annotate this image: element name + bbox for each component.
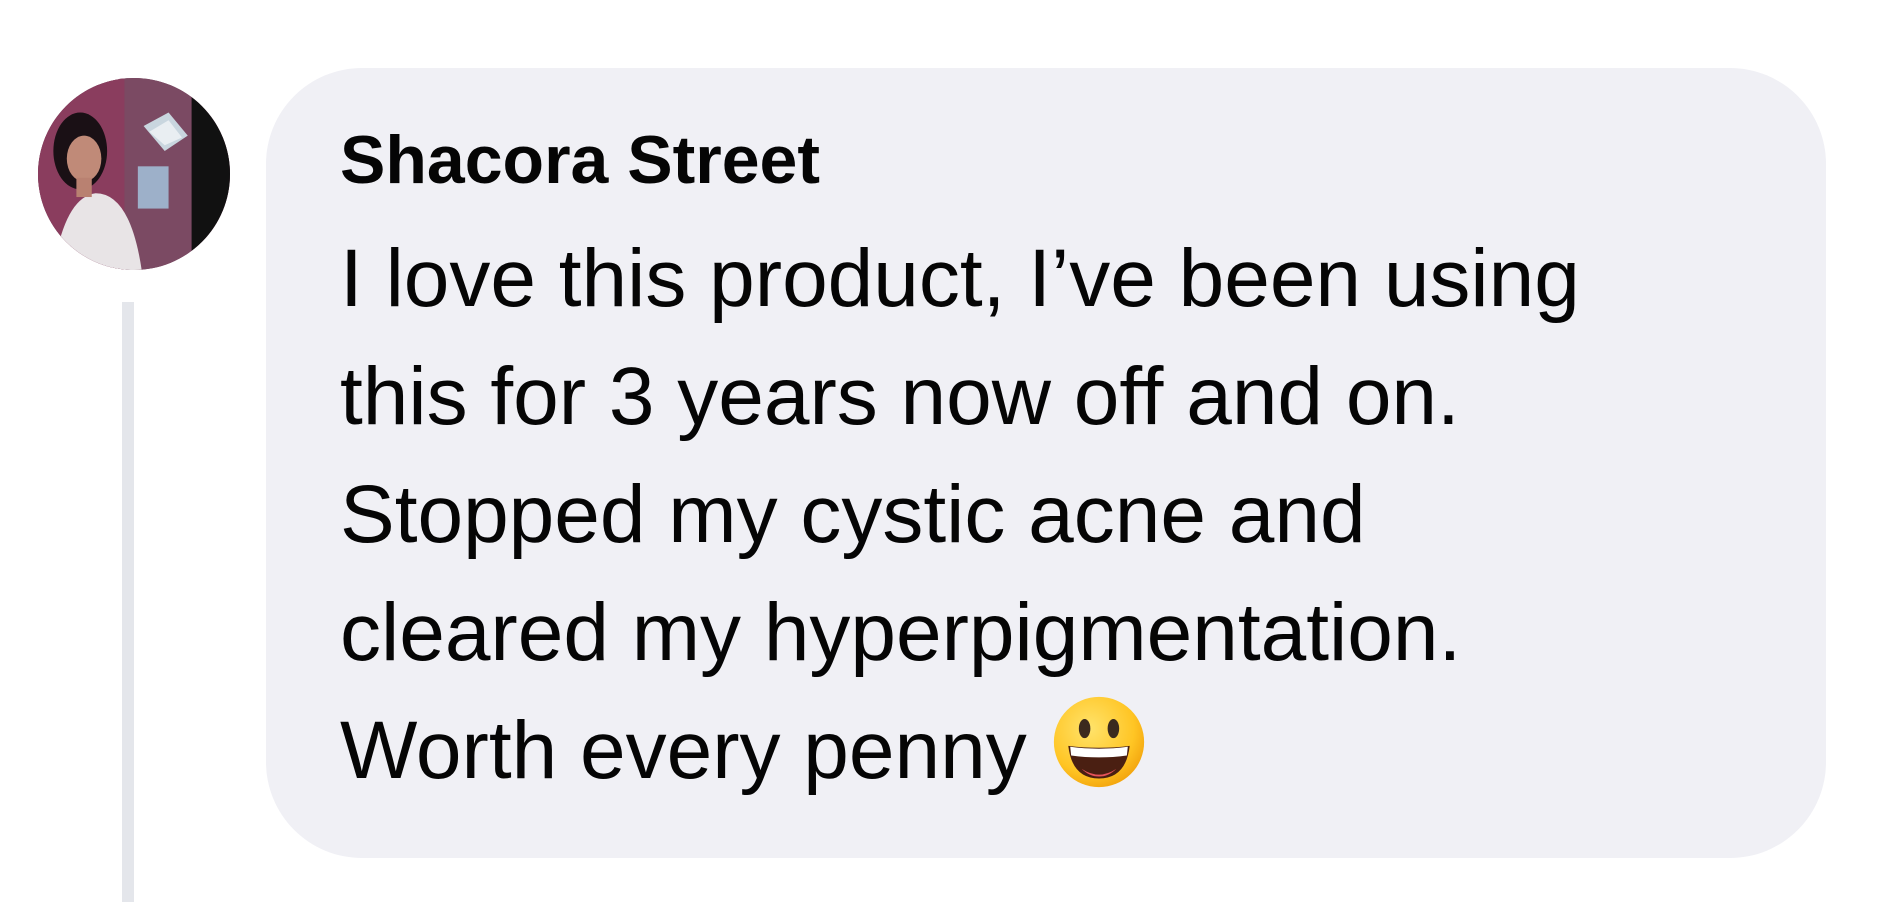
comment-text-line-last: Worth every penny (340, 692, 1580, 810)
comment-text-line: this for 3 years now off and on. (340, 351, 1460, 442)
comment-text-line: cleared my hyperpigmentation. (340, 587, 1462, 678)
avatar-image (38, 78, 230, 270)
comment-text: I love this product, I’ve been using thi… (340, 220, 1580, 810)
grinning-face-emoji-icon (1051, 694, 1147, 790)
reply-thread-line (122, 302, 134, 902)
comment-text-line: Stopped my cystic acne and (340, 469, 1366, 560)
comment-text-line: Worth every penny (340, 705, 1027, 796)
avatar[interactable] (38, 78, 230, 270)
comment-text-line: I love this product, I’ve been using (340, 233, 1580, 324)
comment-author-name[interactable]: Shacora Street (340, 126, 820, 194)
